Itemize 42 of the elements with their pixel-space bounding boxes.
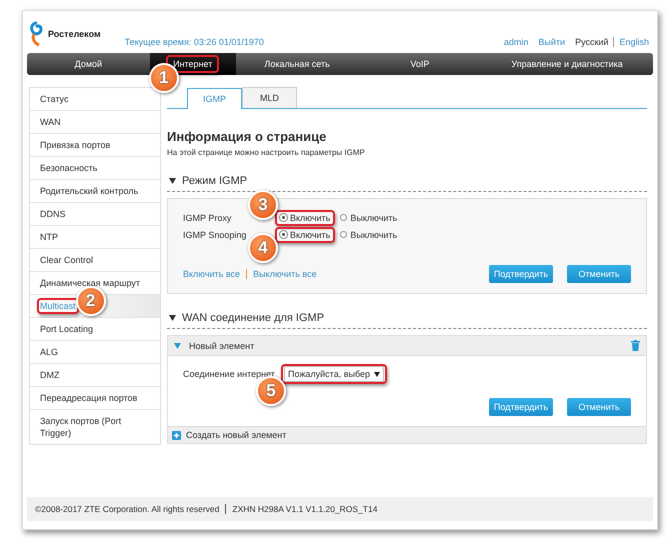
- radio-button[interactable]: [340, 214, 348, 221]
- logo-text: Ростелеком: [48, 29, 101, 39]
- item-title: Новый элемент: [189, 340, 254, 350]
- page-title: Информация о странице: [167, 129, 328, 144]
- field-label: Соединение интернет: [183, 369, 276, 379]
- collapse-icon[interactable]: [169, 178, 176, 184]
- radio-label: Выключить: [350, 212, 398, 222]
- tab[interactable]: MLD: [242, 87, 297, 108]
- current-time: Текущее время: 03:26 01/01/1970: [124, 37, 264, 47]
- radio-label: Включить: [290, 230, 330, 240]
- version-text: ZXHN H298A V1.1 V1.1.20_ROS_T14: [225, 504, 378, 514]
- caret-icon: [374, 372, 380, 376]
- callout-badge: 4: [248, 232, 278, 262]
- collapse-icon[interactable]: [169, 315, 176, 321]
- nav-item[interactable]: VoIP: [358, 53, 482, 75]
- logout-link[interactable]: Выйти: [538, 37, 566, 47]
- callout-badge: 3: [248, 190, 278, 220]
- section-title: WAN соединение для IGMP: [182, 312, 324, 324]
- callout-badge: 2: [76, 286, 106, 316]
- nav-item[interactable]: Домой: [27, 53, 150, 75]
- highlight-frame: [275, 210, 336, 226]
- section-title: Режим IGMP: [182, 175, 248, 187]
- highlight-frame: [275, 226, 336, 242]
- dropdown[interactable]: Пожалуйста, выбер: [284, 366, 384, 382]
- user-link[interactable]: admin: [504, 37, 528, 47]
- plus-icon: [172, 430, 181, 440]
- sidebar-item[interactable]: Multicast: [40, 301, 76, 311]
- radio-label: Выключить: [350, 230, 398, 240]
- radio-label: Включить: [290, 212, 330, 222]
- tab[interactable]: IGMP: [187, 88, 242, 109]
- copyright-text: ©2008-2017 ZTE Corporation. All rights reserved: [35, 504, 220, 514]
- language-link[interactable]: Русский: [575, 37, 608, 47]
- logo-icon: [29, 21, 45, 47]
- radio-button[interactable]: [340, 231, 348, 238]
- page-description: На этой странице можно настроить параметры IGMP: [167, 148, 366, 157]
- field-label: IGMP Proxy: [183, 212, 232, 222]
- add-row[interactable]: Создать новый элемент: [167, 427, 647, 444]
- language-link[interactable]: English: [613, 37, 649, 47]
- nav-item[interactable]: Локальная сеть: [236, 53, 358, 75]
- field-label: IGMP Snooping: [183, 230, 248, 240]
- trash-icon[interactable]: [631, 340, 640, 351]
- nav-item[interactable]: Управление и диагностика: [481, 53, 654, 75]
